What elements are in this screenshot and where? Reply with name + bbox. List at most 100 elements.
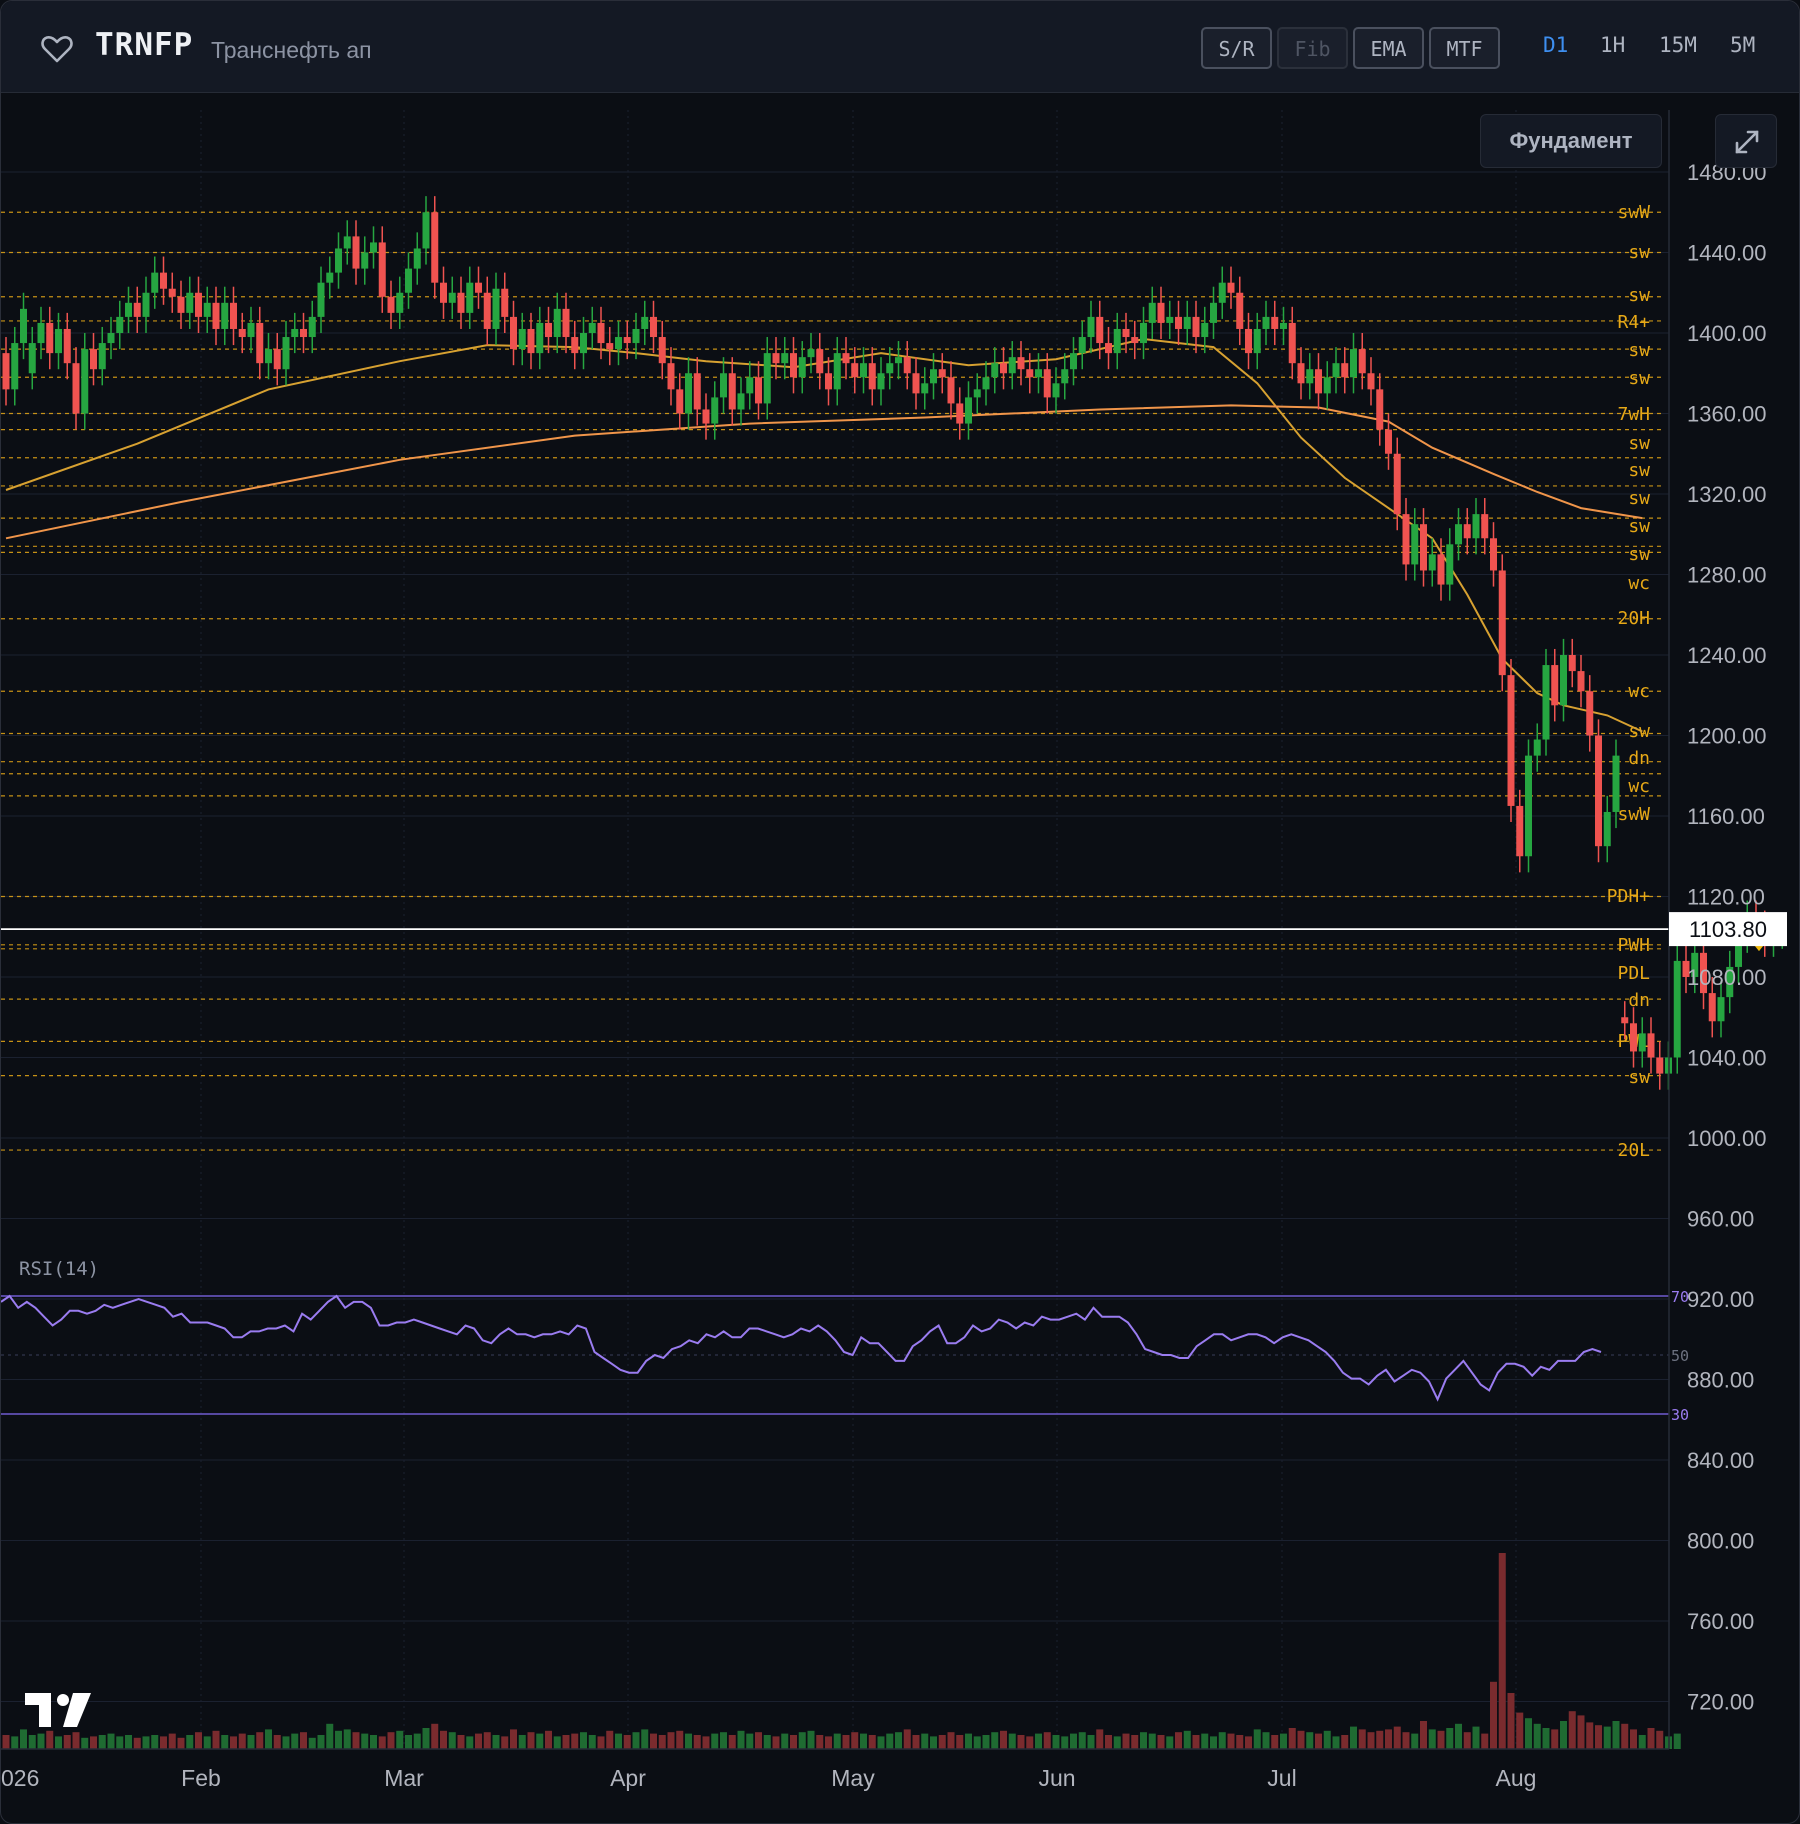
volume-bar — [151, 1735, 159, 1749]
volume-bar — [308, 1737, 316, 1749]
volume-bar — [973, 1736, 981, 1749]
candle — [1647, 1017, 1655, 1074]
candle — [790, 337, 797, 394]
candle — [1140, 306, 1147, 360]
candle-body — [1113, 328, 1121, 354]
candle — [755, 361, 762, 420]
candle — [1516, 789, 1524, 873]
volume-bar — [37, 1733, 45, 1749]
candle-body — [658, 337, 666, 364]
candle — [151, 256, 159, 309]
price-tick-label: 1320.00 — [1687, 482, 1767, 507]
candle — [510, 300, 517, 366]
candle-body — [1673, 960, 1681, 1058]
candle — [588, 306, 596, 350]
candle — [536, 306, 544, 370]
candle-body — [1481, 514, 1489, 539]
candle — [807, 333, 815, 374]
candle — [291, 312, 299, 354]
candle-body — [466, 282, 474, 313]
candle — [1148, 286, 1156, 340]
volume-bar — [991, 1732, 999, 1749]
volume-bar — [1428, 1729, 1436, 1749]
candle — [142, 276, 150, 333]
candle — [370, 226, 377, 269]
volume-bars — [2, 1553, 1681, 1749]
time-tick-label: Aug — [1496, 1765, 1537, 1791]
volume-bar — [737, 1730, 745, 1749]
candle-body — [282, 337, 290, 370]
candle-body — [693, 373, 701, 410]
volume-bar — [63, 1735, 71, 1749]
expand-button[interactable] — [1715, 114, 1777, 168]
candle — [300, 312, 307, 354]
candle-body — [177, 296, 185, 313]
volume-bar — [1551, 1729, 1559, 1749]
candle — [571, 320, 579, 370]
time-tick-label: Mar — [384, 1765, 424, 1791]
candle-body — [1000, 363, 1007, 374]
candle-body — [1490, 538, 1497, 571]
price-tick-label: 760.00 — [1687, 1609, 1754, 1634]
candle-body — [265, 349, 272, 364]
candle — [116, 300, 124, 350]
candle — [501, 272, 509, 333]
time-tick-label: Jul — [1267, 1765, 1296, 1791]
candle-body — [676, 389, 684, 414]
candle — [1078, 320, 1086, 370]
candle-body — [571, 337, 579, 354]
volume-bar — [1673, 1733, 1681, 1749]
volume-bar — [1490, 1681, 1497, 1749]
candle-body — [930, 369, 937, 384]
volume-bar — [1306, 1732, 1314, 1749]
candle-body — [1218, 282, 1226, 303]
candle-body — [1717, 997, 1725, 1022]
candle — [676, 373, 684, 430]
volume-bar — [1367, 1732, 1375, 1749]
candle — [1332, 347, 1340, 394]
volume-bar — [431, 1723, 439, 1749]
volume-bar — [448, 1732, 456, 1749]
candle — [1656, 1041, 1664, 1090]
candle-body — [1192, 316, 1200, 338]
candle — [562, 292, 570, 354]
candle-body — [912, 373, 920, 394]
volume-bar — [1026, 1736, 1034, 1749]
volume-bar — [186, 1735, 194, 1749]
candle-body — [1612, 755, 1620, 812]
volume-bar — [247, 1735, 255, 1749]
volume-bar — [615, 1733, 622, 1749]
volume-bar — [1463, 1732, 1471, 1749]
candle-body — [352, 236, 360, 269]
candle-body — [1358, 349, 1366, 374]
candle-body — [1595, 735, 1602, 847]
candle-body — [440, 282, 447, 303]
price-chart[interactable]: swW sw sw R4+ sw sw 7wH sw sw sw sw sw wc 20H wc sw dn wc… — [1, 1, 1799, 1823]
candle-body — [1656, 1057, 1664, 1074]
candle — [475, 266, 482, 309]
volume-bar — [1008, 1733, 1016, 1749]
candle-body — [737, 393, 745, 410]
candle-body — [422, 212, 430, 249]
candle — [1262, 300, 1270, 346]
volume-bar — [335, 1730, 342, 1749]
candle-body — [457, 292, 465, 313]
candle-body — [1446, 544, 1454, 585]
candle-body — [1586, 691, 1594, 736]
candle — [238, 312, 246, 354]
volume-bar — [1323, 1730, 1331, 1749]
candle — [1218, 266, 1226, 319]
candle-body — [938, 369, 946, 378]
candle-body — [1621, 1017, 1629, 1024]
candle-body — [632, 328, 640, 344]
candle-body — [55, 328, 62, 354]
candle-body — [1428, 554, 1436, 571]
time-tick-label: Jun — [1038, 1765, 1075, 1791]
candle-body — [545, 322, 552, 338]
volume-bar — [361, 1733, 369, 1749]
candle-body — [308, 316, 316, 338]
level-label: PDL — [1617, 963, 1650, 984]
volume-bar — [562, 1735, 570, 1749]
fundamentals-button[interactable]: Фундамент — [1480, 114, 1662, 168]
level-label: wc — [1628, 573, 1650, 594]
